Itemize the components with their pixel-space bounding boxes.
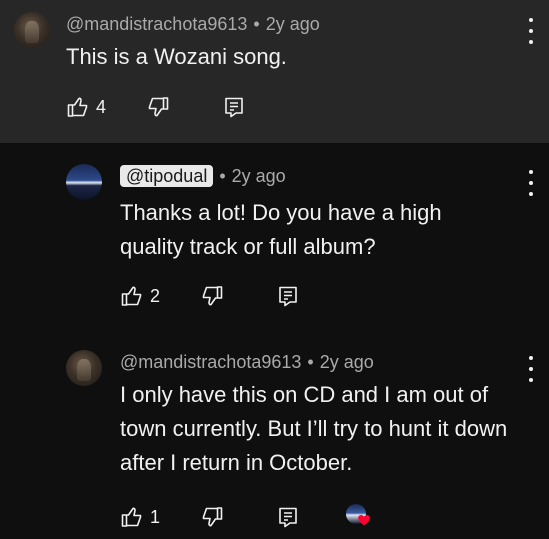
thumbs-up-icon xyxy=(67,97,88,117)
comment-meta: @mandistrachota9613 • 2y ago xyxy=(120,352,374,373)
dislike-button[interactable] xyxy=(200,505,224,529)
comment-time: 2y ago xyxy=(231,166,286,186)
reply-comment-icon xyxy=(279,286,297,307)
like-count: 1 xyxy=(150,506,161,527)
separator-dot: • xyxy=(253,14,260,34)
comment-meta: @tipodual • 2y ago xyxy=(120,165,286,187)
separator-dot: • xyxy=(307,352,314,372)
thumbs-up-icon xyxy=(121,286,142,306)
like-count: 4 xyxy=(96,96,107,117)
comment-text: Thanks a lot! Do you have a high quality… xyxy=(120,200,442,259)
like-button[interactable]: 2 xyxy=(120,284,160,308)
reply-comment-icon xyxy=(225,97,243,118)
like-button[interactable]: 1 xyxy=(120,505,160,529)
comment-time: 2y ago xyxy=(319,352,374,372)
comment-actions: 1 xyxy=(120,504,372,530)
like-count: 2 xyxy=(150,285,161,306)
dislike-button[interactable] xyxy=(200,284,224,308)
separator-dot: • xyxy=(219,166,226,186)
thumbs-up-icon xyxy=(121,507,142,527)
author-avatar[interactable] xyxy=(14,12,50,48)
comment-text: I only have this on CD and I am out of t… xyxy=(120,382,508,475)
reply-button[interactable] xyxy=(222,95,246,119)
author-handle[interactable]: @mandistrachota9613 xyxy=(66,14,247,34)
comment-meta: @mandistrachota9613 • 2y ago xyxy=(66,14,320,35)
author-avatar[interactable] xyxy=(66,350,102,386)
reply-comment-icon xyxy=(279,507,297,528)
reply-button[interactable] xyxy=(276,505,300,529)
author-handle[interactable]: @mandistrachota9613 xyxy=(120,352,301,372)
thumbs-down-icon xyxy=(202,286,223,306)
comment-actions: 4 xyxy=(66,95,246,119)
comment-actions: 2 xyxy=(120,284,300,308)
creator-heart-icon xyxy=(358,515,370,526)
thumbs-down-icon xyxy=(202,507,223,527)
creator-handle-badge[interactable]: @tipodual xyxy=(120,165,214,187)
comment-text: This is a Wozani song. xyxy=(66,44,287,69)
creator-heart-badge xyxy=(346,504,372,530)
more-vertical-icon[interactable] xyxy=(521,356,541,382)
comment-time: 2y ago xyxy=(265,14,320,34)
author-avatar[interactable] xyxy=(66,164,102,200)
more-vertical-icon[interactable] xyxy=(521,170,541,196)
like-button[interactable]: 4 xyxy=(66,95,106,119)
comment-thread-highlighted: @mandistrachota9613 • 2y ago This is a Woz… xyxy=(0,0,549,143)
thumbs-down-icon xyxy=(148,97,169,117)
more-vertical-icon[interactable] xyxy=(521,18,541,44)
dislike-button[interactable] xyxy=(146,95,170,119)
reply-button[interactable] xyxy=(276,284,300,308)
